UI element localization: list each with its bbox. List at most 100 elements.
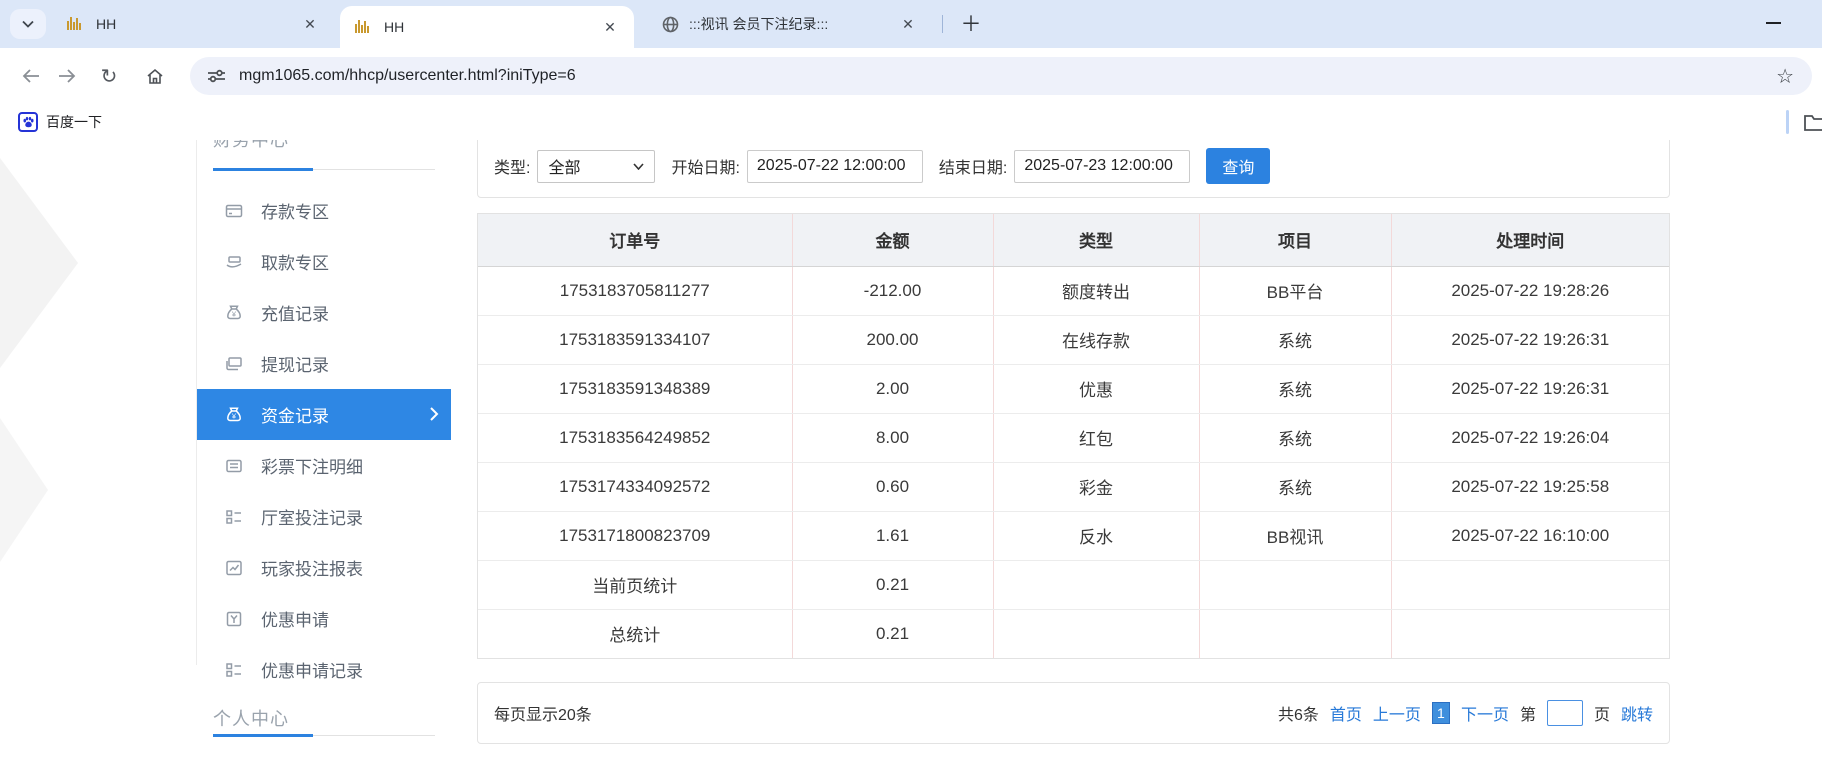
- tab-title: :::视讯 会员下注纪录:::: [689, 16, 829, 32]
- forward-button[interactable]: [52, 61, 82, 91]
- address-bar[interactable]: mgm1065.com/hhcp/usercenter.html?iniType…: [190, 57, 1812, 95]
- column-header-order-no: 订单号: [478, 214, 793, 267]
- cell-amount: -212.00: [792, 266, 994, 316]
- sidebar-item-player-bet-report[interactable]: 玩家投注报表: [197, 542, 451, 593]
- money-bag-icon: ¥: [225, 304, 243, 322]
- tab-title: HH: [96, 16, 117, 32]
- sidebar-item-withdrawal-records[interactable]: 提现记录: [197, 338, 451, 389]
- cell-order-no: 1753183591348389: [478, 364, 793, 414]
- first-page-link[interactable]: 首页: [1330, 701, 1362, 725]
- sidebar-item-label: 优惠申请: [261, 611, 329, 630]
- globe-icon: [662, 16, 679, 33]
- tab-hh-1[interactable]: HH ✕: [52, 0, 334, 48]
- cell-amount: 200.00: [792, 315, 994, 365]
- section-rule-accent: [213, 734, 313, 737]
- gold-logo-icon: [66, 16, 86, 32]
- sidebar-item-promo-apply-records[interactable]: 优惠申请记录: [197, 644, 451, 695]
- reload-button[interactable]: ↻: [94, 61, 124, 91]
- sidebar-item-hall-bet-records[interactable]: 厅室投注记录: [197, 491, 451, 542]
- bookmark-star-icon[interactable]: ☆: [1776, 64, 1794, 89]
- jump-button[interactable]: 跳转: [1621, 701, 1653, 725]
- sidebar-item-label: 提现记录: [261, 356, 329, 375]
- cell-project: 系统: [1199, 413, 1392, 463]
- hand-money-icon: [225, 253, 243, 271]
- new-tab-button[interactable]: ＋: [956, 8, 986, 38]
- cell-type: 反水: [993, 511, 1200, 561]
- cell-order-no: 1753183591334107: [478, 315, 793, 365]
- sidebar-item-label: 玩家投注报表: [261, 560, 363, 579]
- baidu-paw-icon: [18, 112, 38, 132]
- sidebar-item-label: 优惠申请记录: [261, 662, 363, 681]
- sidebar-item-label: 资金记录: [261, 407, 329, 426]
- sidebar-item-label: 存款专区: [261, 203, 329, 222]
- bookmark-baidu[interactable]: 百度一下: [12, 109, 108, 135]
- cell-time: 2025-07-22 19:28:26: [1391, 266, 1669, 316]
- column-header-type: 类型: [993, 214, 1200, 267]
- sidebar: 财务中心 存款专区 取款专区 ¥ 充值记录 提现记录 ¥ 资金记录 彩票下注明细…: [197, 140, 451, 770]
- sidebar-item-label: 厅室投注记录: [261, 509, 363, 528]
- cell-time: 2025-07-22 19:26:31: [1391, 315, 1669, 365]
- side-panel-icon[interactable]: [1802, 110, 1822, 134]
- back-button[interactable]: [16, 61, 46, 91]
- cell-summary-amount: 0.21: [792, 609, 994, 658]
- table-row: 1753174334092572 0.60 彩金 系统 2025-07-22 1…: [478, 462, 1669, 512]
- cell-order-no: 1753174334092572: [478, 462, 793, 512]
- page-content: 财务中心 存款专区 取款专区 ¥ 充值记录 提现记录 ¥ 资金记录 彩票下注明细…: [0, 140, 1822, 770]
- table-row: 1753183564249852 8.00 红包 系统 2025-07-22 1…: [478, 413, 1669, 463]
- window-minimize-button[interactable]: [1766, 22, 1781, 24]
- start-date-input[interactable]: [746, 149, 923, 183]
- svg-text:¥: ¥: [232, 411, 237, 420]
- sidebar-item-label: 彩票下注明细: [261, 458, 363, 477]
- promo-apply-icon: [225, 610, 243, 628]
- cell-amount: 8.00: [792, 413, 994, 463]
- tab-video-records[interactable]: :::视讯 会员下注纪录::: ✕: [648, 0, 932, 48]
- end-date-input[interactable]: [1014, 149, 1191, 183]
- type-select[interactable]: 全部: [537, 149, 656, 183]
- prev-page-link[interactable]: 上一页: [1373, 701, 1421, 725]
- sidebar-item-deposit-zone[interactable]: 存款专区: [197, 185, 451, 236]
- sidebar-item-promo-apply[interactable]: 优惠申请: [197, 593, 451, 644]
- current-page-badge[interactable]: 1: [1431, 702, 1450, 724]
- close-icon[interactable]: ✕: [300, 14, 320, 34]
- cell-type: 红包: [993, 413, 1200, 463]
- close-icon[interactable]: ✕: [600, 17, 620, 37]
- search-button[interactable]: 查询: [1206, 148, 1271, 184]
- cell-order-no: 1753183564249852: [478, 413, 793, 463]
- next-page-link[interactable]: 下一页: [1461, 701, 1509, 725]
- cell-empty: [1199, 609, 1392, 658]
- cell-type: 在线存款: [993, 315, 1200, 365]
- cell-time: 2025-07-22 19:26:04: [1391, 413, 1669, 463]
- cell-time: 2025-07-22 19:26:31: [1391, 364, 1669, 414]
- sidebar-item-recharge-records[interactable]: ¥ 充值记录: [197, 287, 451, 338]
- tab-search-button[interactable]: [10, 9, 46, 39]
- url-text[interactable]: mgm1065.com/hhcp/usercenter.html?iniType…: [239, 67, 1762, 85]
- cash-cards-icon: [225, 355, 243, 373]
- type-filter-label: 类型:: [494, 160, 531, 177]
- svg-text:¥: ¥: [232, 309, 237, 318]
- sidebar-section-personal: 个人中心: [213, 709, 289, 729]
- sidebar-item-withdraw-zone[interactable]: 取款专区: [197, 236, 451, 287]
- sidebar-item-label: 充值记录: [261, 305, 329, 324]
- jump-prefix-label: 第: [1519, 707, 1536, 724]
- fund-bag-icon: ¥: [225, 406, 243, 424]
- cell-empty: [1391, 609, 1669, 658]
- sidebar-menu: 存款专区 取款专区 ¥ 充值记录 提现记录 ¥ 资金记录 彩票下注明细 厅室投注…: [197, 185, 451, 695]
- pagination-panel: 每页显示20条 共6条 首页 上一页 1 下一页 第 页 跳转: [477, 682, 1670, 744]
- list-doc-icon: [225, 457, 243, 475]
- sidebar-item-lottery-bet-details[interactable]: 彩票下注明细: [197, 440, 451, 491]
- cell-empty: [993, 609, 1200, 658]
- cell-project: BB平台: [1199, 266, 1392, 316]
- jump-page-input[interactable]: [1546, 700, 1583, 726]
- home-button[interactable]: [140, 61, 170, 91]
- cell-amount: 1.61: [792, 511, 994, 561]
- table-row: 1753171800823709 1.61 反水 BB视讯 2025-07-22…: [478, 511, 1669, 561]
- cell-project: 系统: [1199, 462, 1392, 512]
- table-row: 1753183591348389 2.00 优惠 系统 2025-07-22 1…: [478, 364, 1669, 414]
- tab-hh-2-active[interactable]: HH ✕: [340, 6, 634, 48]
- site-info-icon[interactable]: [208, 69, 225, 83]
- sidebar-section-finance: 财务中心: [213, 140, 289, 150]
- table-row: 1753183705811277 -212.00 额度转出 BB平台 2025-…: [478, 266, 1669, 316]
- sidebar-item-fund-records[interactable]: ¥ 资金记录: [197, 389, 451, 440]
- close-icon[interactable]: ✕: [898, 14, 918, 34]
- gold-logo-icon: [354, 19, 374, 35]
